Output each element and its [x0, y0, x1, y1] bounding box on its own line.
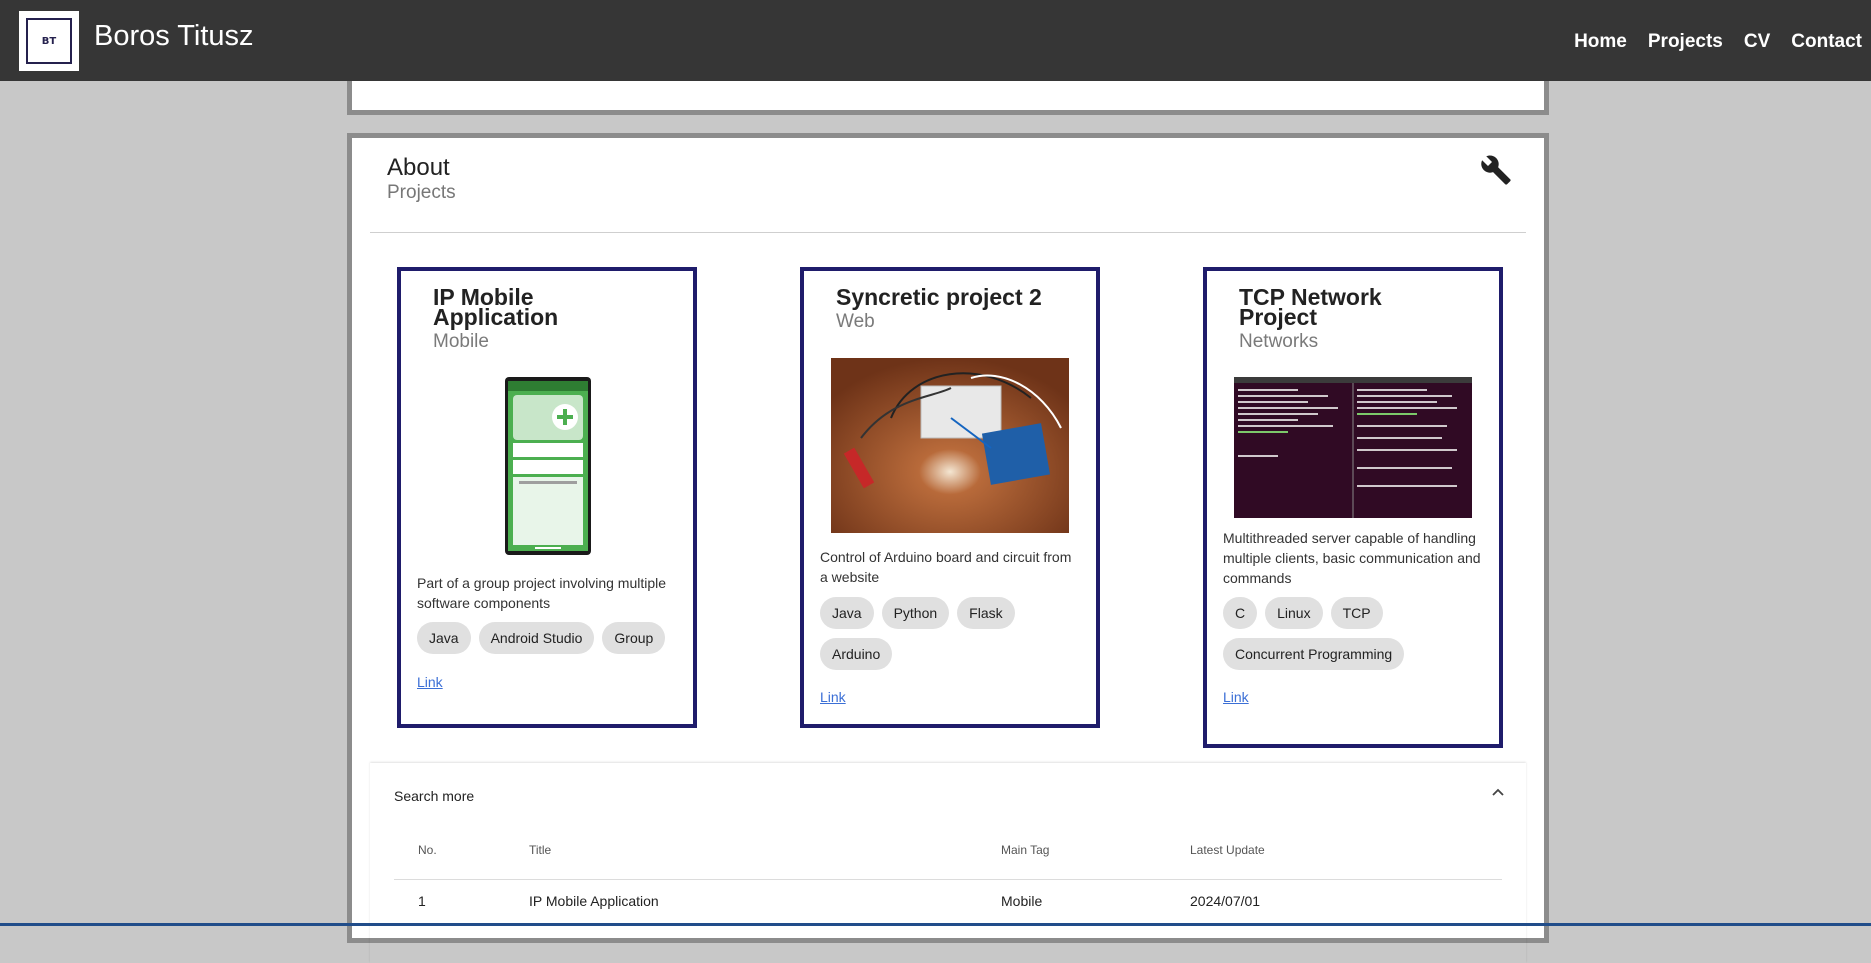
- logo-mark: BT: [26, 18, 72, 64]
- card-category: Networks: [1239, 331, 1319, 352]
- card-title: Syncretic project 2: [836, 284, 1042, 310]
- cell-no: 1: [418, 893, 426, 909]
- tag-chip[interactable]: Concurrent Programming: [1223, 638, 1405, 670]
- tag-list: C Linux TCP Concurrent Programming: [1223, 597, 1485, 670]
- site-logo[interactable]: BT: [19, 11, 79, 71]
- project-card-syncretic: Syncretic project 2 Web Control of Ardui…: [800, 267, 1100, 728]
- card-title: TCP Network Project: [1239, 284, 1382, 330]
- column-header-latest-update[interactable]: Latest Update: [1190, 843, 1265, 857]
- chevron-up-icon[interactable]: [1490, 785, 1506, 801]
- table-row[interactable]: 1 IP Mobile Application Mobile 2024/07/0…: [394, 880, 1502, 920]
- tag-chip[interactable]: TCP: [1330, 597, 1383, 629]
- card-description: Control of Arduino board and circuit fro…: [820, 549, 1072, 585]
- arduino-photo-image: [831, 358, 1069, 533]
- tag-chip[interactable]: Java: [820, 597, 874, 629]
- tag-chip[interactable]: Java: [417, 622, 471, 654]
- project-link[interactable]: Link: [417, 674, 443, 690]
- top-navbar: BT Boros Titusz Home Projects CV Contact: [0, 0, 1871, 81]
- tag-chip[interactable]: Arduino: [820, 638, 893, 670]
- tag-chip[interactable]: Python: [881, 597, 950, 629]
- section-subtitle: Projects: [387, 182, 456, 203]
- tag-chip[interactable]: Group: [602, 622, 666, 654]
- cell-latest-update: 2024/07/01: [1190, 893, 1261, 909]
- tag-chip[interactable]: Android Studio: [478, 622, 595, 654]
- nav-projects[interactable]: Projects: [1648, 31, 1723, 53]
- search-more-label[interactable]: Search more: [394, 788, 474, 804]
- tag-chip[interactable]: Flask: [957, 597, 1015, 629]
- projects-panel: About Projects IP Mobile Application Mob…: [347, 133, 1549, 943]
- table-header: No. Title Main Tag Latest Update: [394, 843, 1502, 880]
- project-link[interactable]: Link: [1223, 689, 1249, 705]
- card-description: Part of a group project involving multip…: [417, 575, 667, 611]
- nav-cv[interactable]: CV: [1744, 31, 1770, 53]
- cell-main-tag: Mobile: [1001, 893, 1043, 909]
- card-description: Multithreaded server capable of handling…: [1223, 530, 1481, 586]
- project-card-tcp: TCP Network Project Networks Multithread…: [1203, 267, 1503, 748]
- column-header-main-tag[interactable]: Main Tag: [1001, 843, 1049, 857]
- tag-list: Java Android Studio Group: [417, 622, 679, 654]
- column-header-no[interactable]: No.: [418, 843, 437, 857]
- tag-chip[interactable]: Linux: [1265, 597, 1323, 629]
- wrench-icon: [1481, 155, 1511, 185]
- terminal-screenshot-image: [1234, 377, 1472, 518]
- column-header-title[interactable]: Title: [529, 843, 551, 857]
- project-card-ip-mobile: IP Mobile Application Mobile Part of a g…: [397, 267, 697, 728]
- project-link[interactable]: Link: [820, 689, 846, 705]
- card-title: IP Mobile Application: [433, 284, 559, 330]
- search-more-panel: Search more No. Title Main Tag Latest Up…: [370, 763, 1526, 963]
- tag-chip[interactable]: C: [1223, 597, 1258, 629]
- card-category: Web: [836, 311, 875, 332]
- site-name[interactable]: Boros Titusz: [94, 20, 254, 53]
- nav-contact[interactable]: Contact: [1791, 31, 1862, 53]
- phone-screenshot-image: [505, 377, 591, 555]
- card-category: Mobile: [433, 331, 489, 352]
- cell-title: IP Mobile Application: [529, 893, 659, 909]
- tag-list: Java Python Flask Arduino: [820, 597, 1082, 670]
- section-divider: [370, 232, 1526, 233]
- nav-home[interactable]: Home: [1574, 31, 1627, 53]
- section-title: About: [387, 154, 450, 181]
- main-nav: Home Projects CV Contact: [1574, 31, 1862, 53]
